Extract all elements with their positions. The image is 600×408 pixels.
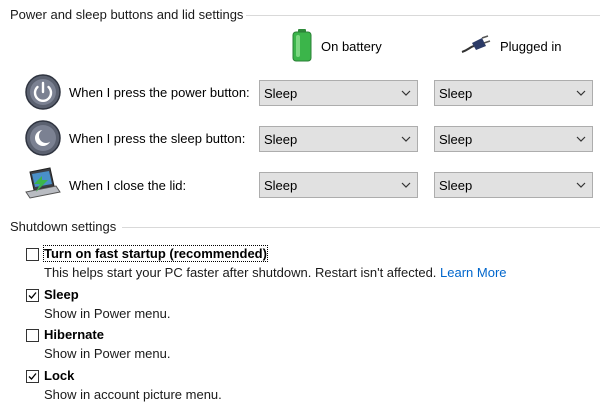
sleep-button-icon	[24, 119, 62, 157]
lock-option-description: Show in account picture menu.	[44, 387, 222, 402]
lid-close-on-battery-select[interactable]: Sleep	[259, 172, 418, 198]
power-button-plugged-in-select[interactable]: Sleep	[434, 80, 593, 106]
sleep-option-label[interactable]: Sleep	[44, 287, 79, 302]
sleep-button-plugged-in-select[interactable]: Sleep	[434, 126, 593, 152]
power-plug-icon	[460, 34, 492, 58]
fast-startup-description: This helps start your PC faster after sh…	[44, 265, 507, 280]
chevron-down-icon	[401, 182, 411, 188]
power-section-title: Power and sleep buttons and lid settings	[10, 7, 244, 22]
select-value: Sleep	[439, 177, 473, 193]
plugged-in-label: Plugged in	[500, 38, 562, 54]
power-button-icon	[24, 73, 62, 111]
on-battery-column-header: On battery	[291, 28, 382, 64]
sleep-button-on-battery-select[interactable]: Sleep	[259, 126, 418, 152]
chevron-down-icon	[576, 182, 586, 188]
lid-close-label: When I close the lid:	[69, 178, 187, 193]
fast-startup-label[interactable]: Turn on fast startup (recommended)	[43, 245, 268, 262]
select-value: Sleep	[439, 85, 473, 101]
laptop-lid-icon	[24, 166, 62, 204]
hibernate-checkbox[interactable]	[26, 329, 39, 342]
chevron-down-icon	[576, 90, 586, 96]
shutdown-section-title: Shutdown settings	[10, 219, 117, 234]
shutdown-section-divider	[122, 227, 600, 228]
checkmark-icon	[28, 292, 37, 299]
lock-option-label[interactable]: Lock	[44, 368, 74, 383]
power-button-label: When I press the power button:	[69, 85, 250, 100]
chevron-down-icon	[401, 90, 411, 96]
lock-checkbox[interactable]	[26, 370, 39, 383]
lid-close-plugged-in-select[interactable]: Sleep	[434, 172, 593, 198]
select-value: Sleep	[439, 131, 473, 147]
sleep-option-description: Show in Power menu.	[44, 306, 171, 321]
chevron-down-icon	[576, 136, 586, 142]
chevron-down-icon	[401, 136, 411, 142]
learn-more-link[interactable]: Learn More	[440, 265, 506, 280]
select-value: Sleep	[264, 85, 298, 101]
plugged-in-column-header: Plugged in	[460, 28, 561, 64]
fast-startup-checkbox[interactable]	[26, 248, 39, 261]
hibernate-option-description: Show in Power menu.	[44, 346, 171, 361]
power-button-on-battery-select[interactable]: Sleep	[259, 80, 418, 106]
select-value: Sleep	[264, 131, 298, 147]
battery-icon	[291, 28, 313, 65]
on-battery-label: On battery	[321, 38, 382, 54]
fast-startup-description-text: This helps start your PC faster after sh…	[44, 265, 441, 280]
select-value: Sleep	[264, 177, 298, 193]
hibernate-option-label[interactable]: Hibernate	[44, 327, 104, 342]
power-section-divider	[246, 15, 600, 16]
sleep-button-label: When I press the sleep button:	[69, 131, 246, 146]
checkmark-icon	[28, 373, 37, 380]
sleep-checkbox[interactable]	[26, 289, 39, 302]
